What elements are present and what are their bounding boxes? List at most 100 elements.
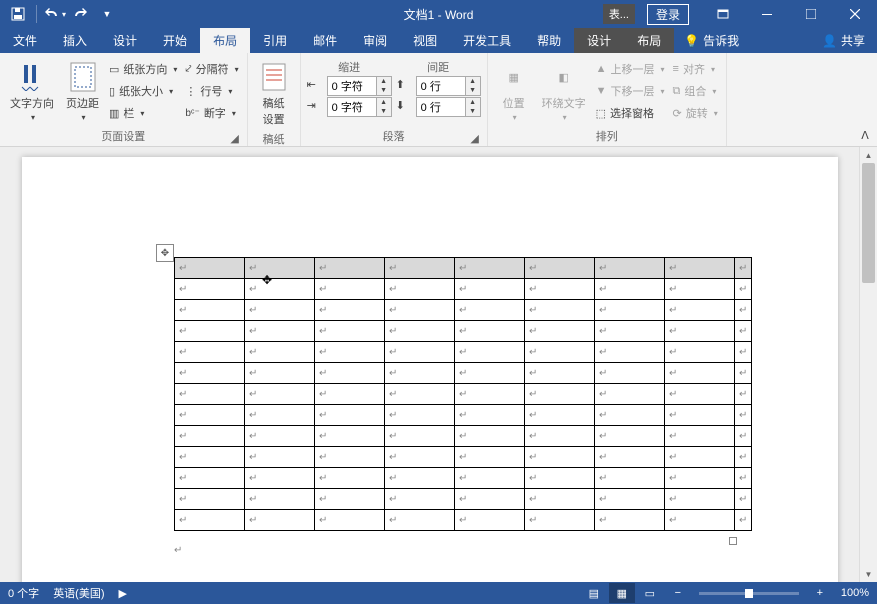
- send-backward-button[interactable]: ▼下移一层▾: [594, 81, 667, 101]
- table-cell[interactable]: ↵: [385, 321, 455, 342]
- table-cell[interactable]: ↵: [665, 363, 735, 384]
- align-button[interactable]: ≡对齐▾: [671, 59, 720, 79]
- table-cell[interactable]: ↵: [455, 426, 525, 447]
- table-row[interactable]: ↵↵↵↵↵↵↵↵↵: [175, 426, 752, 447]
- table-cell[interactable]: ↵: [735, 321, 752, 342]
- minimize-button[interactable]: [745, 0, 789, 28]
- table-cell[interactable]: ↵: [245, 405, 315, 426]
- table-cell[interactable]: ↵: [245, 321, 315, 342]
- table-cell[interactable]: ↵: [175, 447, 245, 468]
- table-cell[interactable]: ↵: [385, 363, 455, 384]
- table-cell[interactable]: ↵: [455, 405, 525, 426]
- word-count[interactable]: 0 个字: [8, 585, 39, 601]
- table-cell[interactable]: ↵: [455, 510, 525, 531]
- macro-recording-icon[interactable]: ▶: [119, 587, 127, 600]
- table-cell[interactable]: ↵: [595, 321, 665, 342]
- table-cell[interactable]: ↵: [385, 342, 455, 363]
- document-table[interactable]: ↵↵↵↵↵↵↵↵↵↵↵↵↵↵↵↵↵↵↵↵↵↵↵↵↵↵↵↵↵↵↵↵↵↵↵↵↵↵↵↵…: [174, 257, 752, 531]
- ribbon-display-options[interactable]: [701, 0, 745, 28]
- table-cell[interactable]: ↵: [665, 468, 735, 489]
- position-button[interactable]: ▦位置▾: [494, 59, 534, 124]
- table-cell[interactable]: ↵: [315, 363, 385, 384]
- vertical-scrollbar[interactable]: ▲ ▼: [859, 147, 877, 582]
- table-cell[interactable]: ↵: [735, 468, 752, 489]
- table-cell[interactable]: ↵: [665, 300, 735, 321]
- table-cell[interactable]: ↵: [525, 258, 595, 279]
- table-cell[interactable]: ↵: [525, 279, 595, 300]
- table-cell[interactable]: ↵: [175, 405, 245, 426]
- table-cell[interactable]: ↵: [175, 510, 245, 531]
- table-cell[interactable]: ↵: [315, 468, 385, 489]
- table-cell[interactable]: ↵: [315, 342, 385, 363]
- line-numbers-button[interactable]: ⋮行号▾: [183, 81, 240, 101]
- table-cell[interactable]: ↵: [525, 363, 595, 384]
- table-cell[interactable]: ↵: [665, 258, 735, 279]
- tell-me[interactable]: 💡告诉我: [674, 28, 749, 53]
- tab-table-design[interactable]: 设计: [574, 28, 624, 53]
- table-cell[interactable]: ↵: [665, 447, 735, 468]
- table-cell[interactable]: ↵: [595, 405, 665, 426]
- table-row[interactable]: ↵↵↵↵↵↵↵↵↵: [175, 342, 752, 363]
- print-layout-button[interactable]: ▦: [609, 583, 635, 603]
- tab-design[interactable]: 设计: [100, 28, 150, 53]
- table-row[interactable]: ↵↵↵↵↵↵↵↵↵: [175, 258, 752, 279]
- save-button[interactable]: [6, 2, 30, 26]
- table-cell[interactable]: ↵: [315, 489, 385, 510]
- table-cell[interactable]: ↵: [175, 384, 245, 405]
- table-cell[interactable]: ↵: [245, 447, 315, 468]
- table-cell[interactable]: ↵: [175, 468, 245, 489]
- table-cell[interactable]: ↵: [595, 363, 665, 384]
- table-cell[interactable]: ↵: [455, 342, 525, 363]
- table-cell[interactable]: ↵: [385, 258, 455, 279]
- table-cell[interactable]: ↵: [735, 279, 752, 300]
- table-cell[interactable]: ↵: [385, 426, 455, 447]
- table-row[interactable]: ↵↵↵↵↵↵↵↵↵: [175, 405, 752, 426]
- table-cell[interactable]: ↵: [315, 321, 385, 342]
- table-cell[interactable]: ↵: [315, 426, 385, 447]
- redo-button[interactable]: [69, 2, 93, 26]
- space-after-input[interactable]: ▲▼: [416, 97, 481, 117]
- table-cell[interactable]: ↵: [315, 300, 385, 321]
- table-cell[interactable]: ↵: [735, 363, 752, 384]
- table-cell[interactable]: ↵: [455, 258, 525, 279]
- table-cell[interactable]: ↵: [735, 258, 752, 279]
- tab-help[interactable]: 帮助: [524, 28, 574, 53]
- table-row[interactable]: ↵↵↵↵↵↵↵↵↵: [175, 363, 752, 384]
- table-cell[interactable]: ↵: [665, 405, 735, 426]
- table-cell[interactable]: ↵: [455, 468, 525, 489]
- table-cell[interactable]: ↵: [175, 279, 245, 300]
- table-cell[interactable]: ↵: [525, 300, 595, 321]
- table-cell[interactable]: ↵: [735, 510, 752, 531]
- table-cell[interactable]: ↵: [735, 405, 752, 426]
- collapse-ribbon-button[interactable]: ᐱ: [853, 53, 877, 146]
- table-cell[interactable]: ↵: [315, 510, 385, 531]
- table-cell[interactable]: ↵: [175, 426, 245, 447]
- table-cell[interactable]: ↵: [245, 258, 315, 279]
- bring-forward-button[interactable]: ▲上移一层▾: [594, 59, 667, 79]
- tab-layout[interactable]: 布局: [200, 28, 250, 53]
- table-row[interactable]: ↵↵↵↵↵↵↵↵↵: [175, 468, 752, 489]
- table-cell[interactable]: ↵: [595, 426, 665, 447]
- table-cell[interactable]: ↵: [735, 384, 752, 405]
- table-cell[interactable]: ↵: [665, 279, 735, 300]
- table-cell[interactable]: ↵: [245, 300, 315, 321]
- zoom-in-button[interactable]: +: [807, 583, 833, 603]
- table-cell[interactable]: ↵: [385, 489, 455, 510]
- tab-references[interactable]: 引用: [250, 28, 300, 53]
- table-cell[interactable]: ↵: [735, 489, 752, 510]
- hyphenation-button[interactable]: bᶜ⁻断字▾: [183, 103, 240, 123]
- table-cell[interactable]: ↵: [525, 447, 595, 468]
- tab-view[interactable]: 视图: [400, 28, 450, 53]
- web-layout-button[interactable]: ▭: [637, 583, 663, 603]
- table-cell[interactable]: ↵: [315, 279, 385, 300]
- table-cell[interactable]: ↵: [385, 279, 455, 300]
- table-cell[interactable]: ↵: [385, 468, 455, 489]
- read-mode-button[interactable]: ▤: [581, 583, 607, 603]
- table-cell[interactable]: ↵: [595, 342, 665, 363]
- table-cell[interactable]: ↵: [315, 405, 385, 426]
- table-cell[interactable]: ↵: [315, 447, 385, 468]
- space-before-input[interactable]: ▲▼: [416, 76, 481, 96]
- tab-file[interactable]: 文件: [0, 28, 50, 53]
- breaks-button[interactable]: ⤦分隔符▾: [183, 59, 240, 79]
- undo-button[interactable]: ▾: [43, 2, 67, 26]
